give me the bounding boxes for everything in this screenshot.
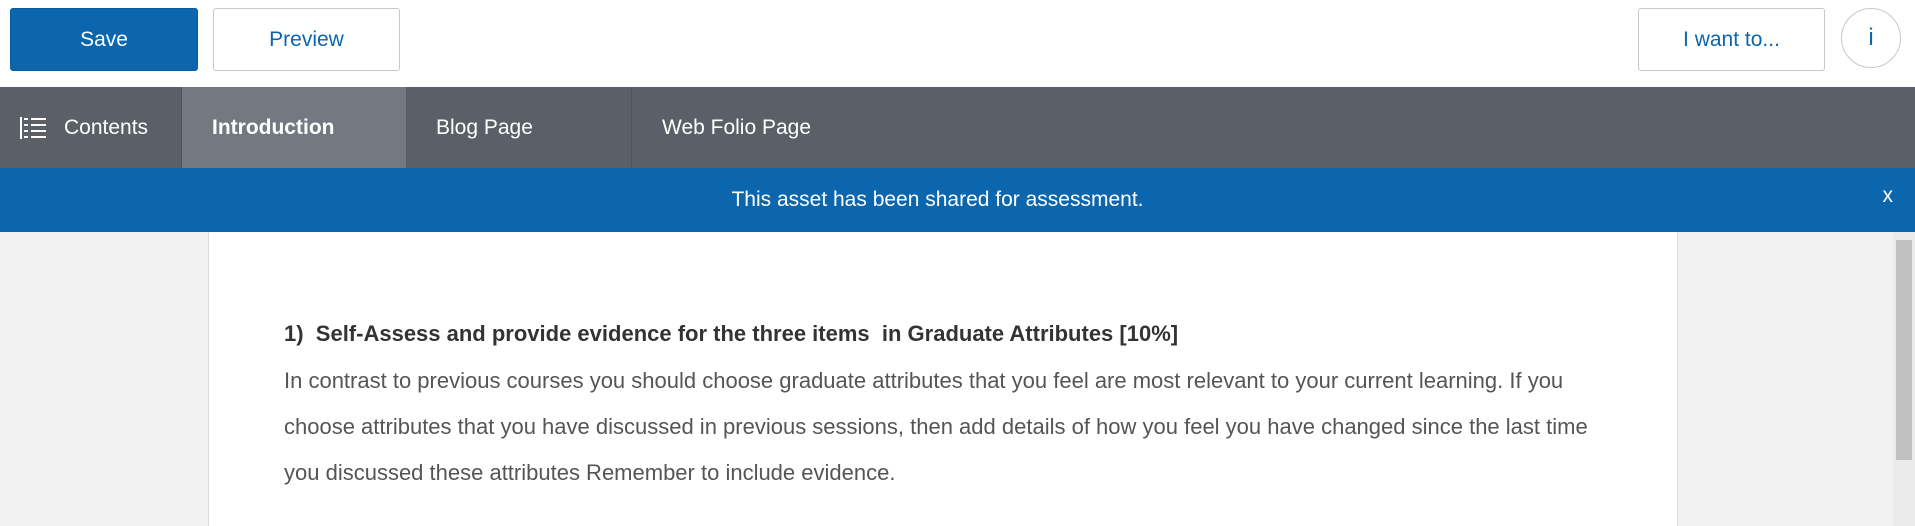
page-content: 1) Self-Assess and provide evidence for … [208,232,1678,526]
tab-introduction[interactable]: Introduction [182,87,406,168]
page-tab-bar: Contents Introduction Blog Page Web Foli… [0,87,1915,168]
contents-tab[interactable]: Contents [0,87,182,168]
scrollbar-thumb[interactable] [1896,240,1912,460]
contents-tab-label: Contents [64,115,149,139]
vertical-scrollbar[interactable] [1893,232,1915,526]
banner-message: This asset has been shared for assessmen… [731,188,1144,211]
i-want-to-button[interactable]: I want to... [1638,8,1825,71]
top-toolbar: Save Preview I want to... i [0,0,1915,87]
tab-label: Blog Page [436,115,533,139]
tab-label: Web Folio Page [662,115,812,139]
close-banner-button[interactable]: x [1883,184,1894,208]
table-of-contents-icon [20,116,46,139]
shared-notification-banner: This asset has been shared for assessmen… [0,168,1915,232]
tab-web-folio-page[interactable]: Web Folio Page [632,87,932,168]
tab-blog-page[interactable]: Blog Page [406,87,632,168]
tab-label: Introduction [212,115,335,139]
content-area: 1) Self-Assess and provide evidence for … [0,232,1893,526]
save-button[interactable]: Save [10,8,198,71]
info-button[interactable]: i [1841,8,1901,68]
section-paragraph: In contrast to previous courses you shou… [284,368,1588,485]
preview-button[interactable]: Preview [213,8,400,71]
section-heading: 1) Self-Assess and provide evidence for … [284,321,1179,346]
